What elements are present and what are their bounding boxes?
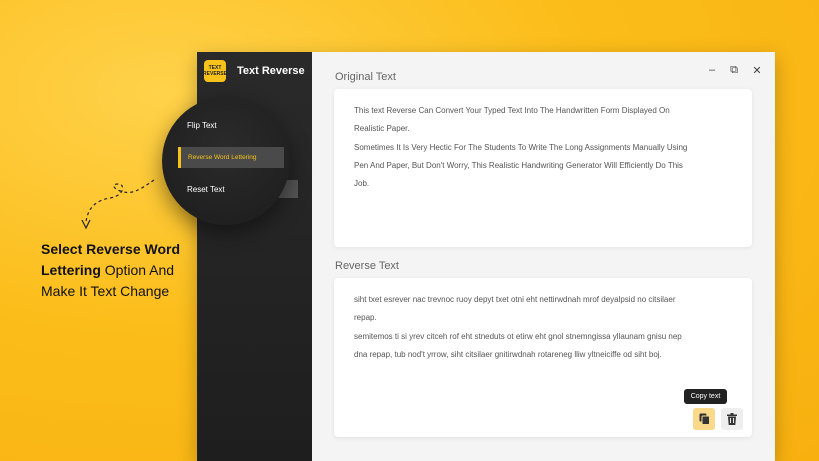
restore-button[interactable]: ⧉ bbox=[728, 64, 740, 77]
original-line: Realistic Paper. bbox=[354, 124, 410, 134]
reverse-text-label: Reverse Text bbox=[335, 260, 399, 272]
original-line: Job. bbox=[354, 179, 370, 189]
logo-text-bottom: REVERSE bbox=[203, 71, 227, 77]
reverse-line: semitemos ti si yrev citceh rof eht stne… bbox=[354, 331, 682, 341]
trash-icon bbox=[727, 413, 737, 425]
promo-caption: Select Reverse Word Lettering Option And… bbox=[41, 239, 191, 302]
dashed-arrow-icon bbox=[81, 179, 155, 230]
reverse-text-area[interactable]: siht txet esrever nac trevnoc ruoy depyt… bbox=[334, 278, 752, 437]
minimize-button[interactable]: – bbox=[706, 64, 718, 76]
reverse-line: siht txet esrever nac trevnoc ruoy depyt… bbox=[354, 295, 676, 304]
original-text-label: Original Text bbox=[335, 71, 396, 83]
reverse-line: dna repap, tub nod't yrrow, siht citsila… bbox=[354, 349, 662, 359]
delete-button[interactable] bbox=[721, 408, 743, 430]
menu-magnifier: Flip Text Reverse Word Lettering Reset T… bbox=[162, 97, 290, 225]
close-button[interactable]: ✕ bbox=[751, 64, 763, 77]
menu-item-flip-text[interactable]: Flip Text bbox=[187, 121, 217, 130]
app-title: Text Reverse bbox=[237, 65, 305, 77]
original-line: Pen And Paper, But Don't Worry, This Rea… bbox=[354, 160, 683, 170]
original-line: Sometimes It Is Very Hectic For The Stud… bbox=[354, 142, 688, 152]
menu-item-reverse-word[interactable]: Reverse Word Lettering bbox=[178, 147, 284, 168]
menu-item-reset-text[interactable]: Reset Text bbox=[187, 185, 225, 194]
original-line: This text Reverse Can Convert Your Typed… bbox=[354, 106, 670, 115]
reverse-line: repap. bbox=[354, 313, 377, 323]
original-text-area[interactable]: This text Reverse Can Convert Your Typed… bbox=[334, 89, 752, 247]
app-logo: TEXT REVERSE bbox=[203, 60, 227, 82]
copy-tooltip: Copy text bbox=[684, 389, 727, 404]
copy-icon bbox=[699, 413, 710, 425]
copy-button[interactable] bbox=[693, 408, 715, 430]
